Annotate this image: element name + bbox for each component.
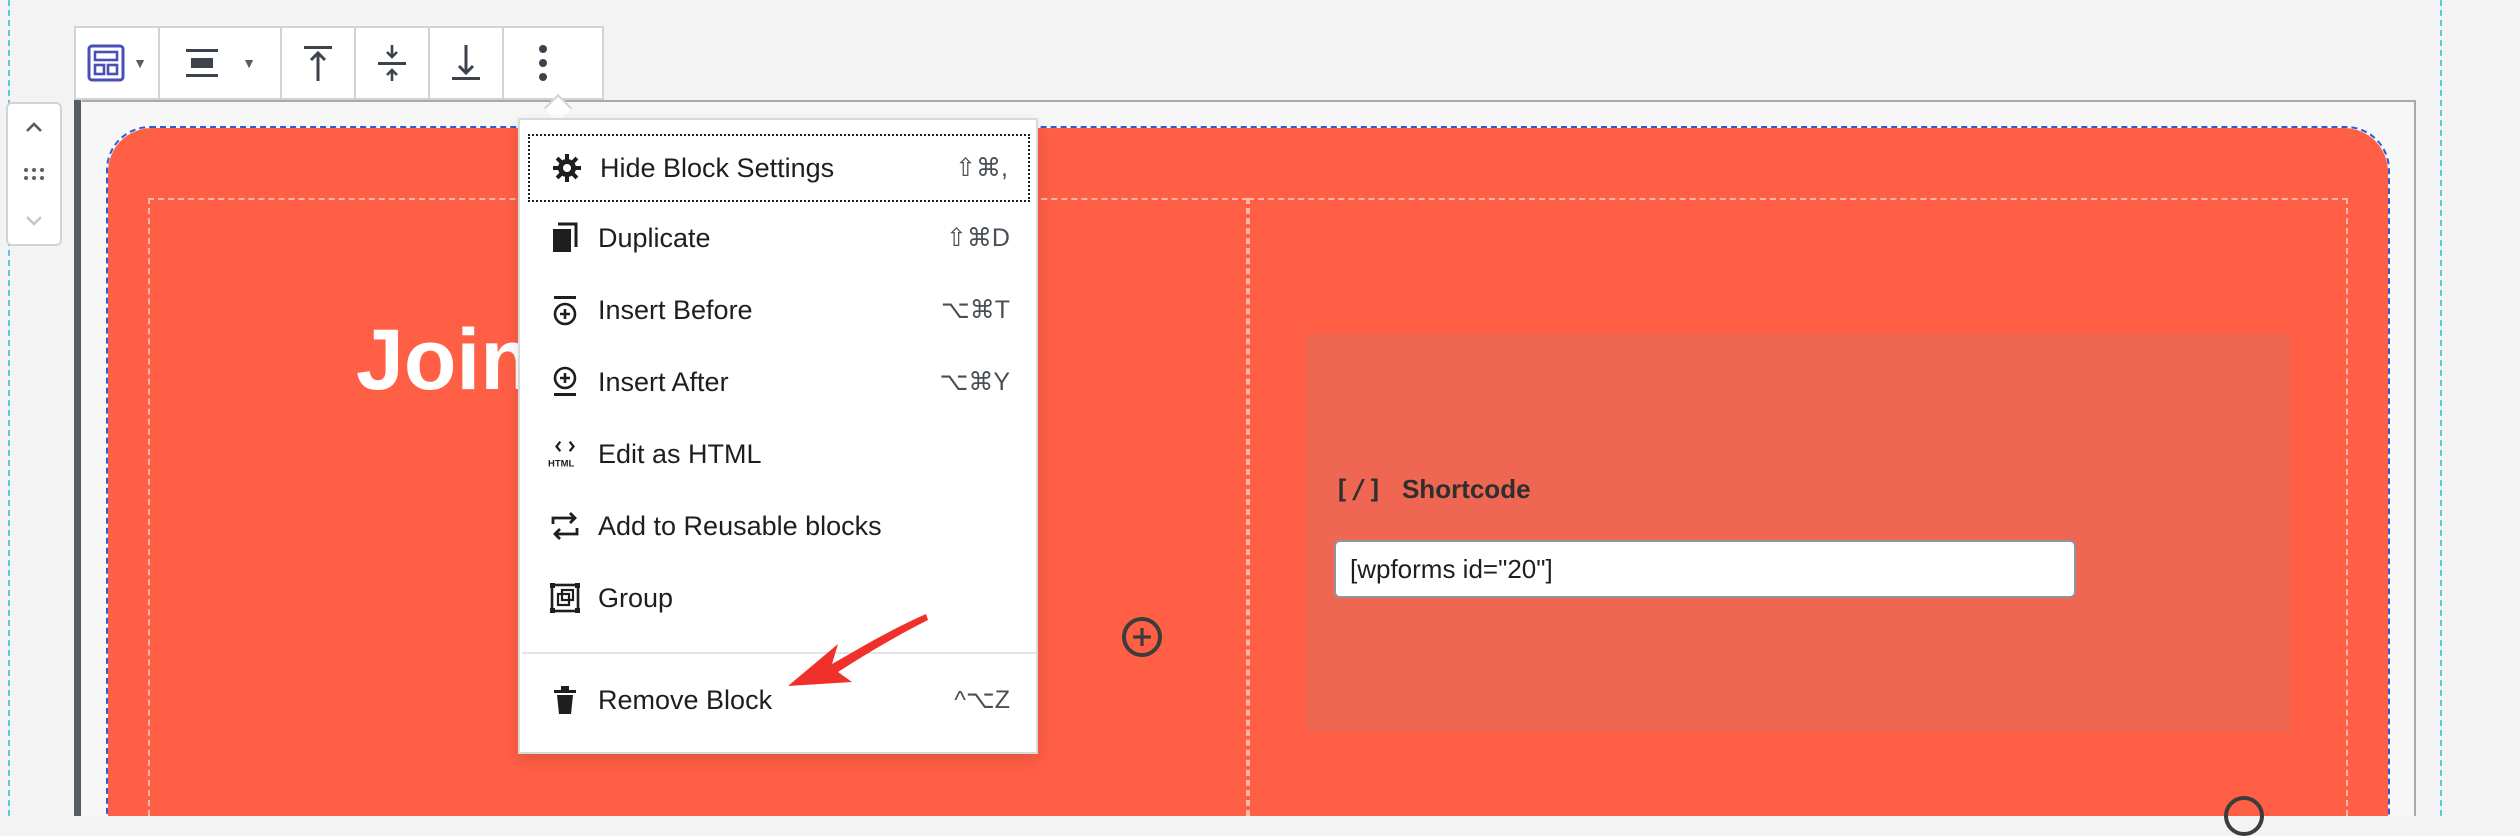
menu-item-label: Edit as HTML (598, 438, 762, 469)
insert-before-icon (548, 293, 582, 327)
menu-item-add-to-reusable-blocks[interactable]: Add to Reusable blocks (528, 492, 1030, 560)
align-top-button[interactable] (282, 28, 356, 98)
menu-item-shortcut: ⇧⌘D (945, 224, 1010, 252)
align-top-icon (304, 46, 332, 81)
html-icon: HTML (548, 437, 582, 471)
align-bottom-button[interactable] (430, 28, 504, 98)
layout-guide (2440, 0, 2442, 816)
menu-item-label: Insert After (598, 366, 729, 397)
shortcode-icon: [/] (1334, 474, 1384, 505)
menu-item-label: Add to Reusable blocks (598, 510, 882, 541)
chevron-down-icon: ▼ (133, 55, 147, 71)
menu-item-insert-after[interactable]: Insert After ⌥⌘Y (528, 348, 1030, 416)
menu-item-shortcut: ^⌥Z (954, 686, 1010, 714)
menu-item-shortcut: ⇧⌘, (955, 154, 1008, 182)
block-options-menu: Hide Block Settings ⇧⌘, Duplicate ⇧⌘D In… (518, 118, 1038, 754)
insert-after-icon (548, 365, 582, 399)
menu-item-group[interactable]: Group (528, 564, 1030, 632)
menu-item-hide-block-settings[interactable]: Hide Block Settings ⇧⌘, (528, 134, 1030, 202)
annotation-arrow-icon (788, 614, 928, 686)
selected-block-indicator (74, 26, 81, 816)
shortcode-block[interactable] (1306, 334, 2290, 732)
svg-text:HTML: HTML (548, 458, 574, 469)
cover-block-icon (87, 44, 125, 82)
menu-item-label: Hide Block Settings (600, 152, 835, 183)
gear-icon (550, 151, 584, 185)
menu-item-duplicate[interactable]: Duplicate ⇧⌘D (528, 204, 1030, 272)
cover-heading[interactable]: Join (356, 310, 533, 410)
more-options-button[interactable] (504, 28, 582, 98)
plus-icon (1133, 628, 1151, 646)
group-icon (548, 581, 582, 615)
shortcode-label-text: Shortcode (1401, 474, 1531, 504)
menu-item-label: Group (598, 582, 674, 613)
chevron-down-icon: ▼ (242, 55, 256, 71)
move-down-icon[interactable] (24, 214, 44, 228)
drag-handle-icon[interactable] (23, 167, 45, 181)
block-toolbar: ▼ ▼ (74, 26, 604, 100)
reusable-icon (548, 509, 582, 543)
align-middle-icon (378, 45, 406, 81)
align-bottom-icon (452, 45, 480, 80)
menu-item-label: Duplicate (598, 222, 711, 253)
duplicate-icon (548, 221, 582, 255)
menu-item-shortcut: ⌥⌘Y (939, 368, 1010, 396)
trash-icon (548, 683, 582, 717)
add-block-button[interactable] (2224, 796, 2264, 836)
menu-item-insert-before[interactable]: Insert Before ⌥⌘T (528, 276, 1030, 344)
shortcode-block-label: [/] Shortcode (1334, 474, 1531, 505)
shortcode-input[interactable] (1334, 540, 2076, 598)
menu-item-remove-block[interactable]: Remove Block ^⌥Z (528, 666, 1030, 734)
align-center-icon (186, 49, 219, 77)
menu-item-edit-as-html[interactable]: HTML Edit as HTML (528, 420, 1030, 488)
kebab-menu-icon (539, 45, 547, 81)
menu-item-label: Insert Before (598, 294, 753, 325)
align-button[interactable]: ▼ (160, 28, 282, 98)
block-type-button[interactable]: ▼ (76, 28, 160, 98)
add-block-button[interactable] (1122, 617, 1162, 657)
align-middle-button[interactable] (356, 28, 430, 98)
move-up-icon[interactable] (24, 120, 44, 134)
block-mover (6, 102, 62, 246)
menu-item-shortcut: ⌥⌘T (940, 296, 1010, 324)
menu-separator (522, 652, 1036, 654)
